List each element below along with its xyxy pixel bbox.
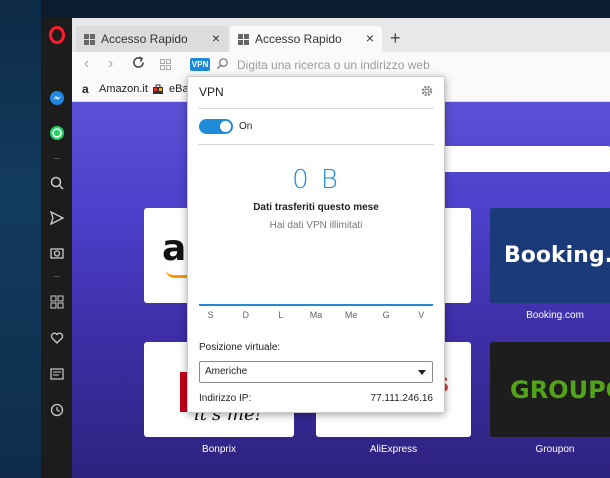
tile-groupon[interactable]: GROUPON: [490, 342, 610, 437]
transferred-bytes: 0 B: [292, 165, 340, 195]
day-label: Me: [344, 310, 358, 320]
back-icon[interactable]: ‹: [84, 55, 89, 73]
messenger-icon[interactable]: [47, 88, 67, 108]
tile-label-aliexpress: AliExpress: [369, 444, 418, 455]
toggle-knob: [220, 121, 231, 132]
whatsapp-icon[interactable]: [47, 123, 67, 143]
tile-label-groupon: Groupon: [535, 444, 575, 455]
usage-chart-baseline: [199, 304, 433, 306]
day-label: L: [278, 310, 284, 320]
tab-speed-dial-1[interactable]: Accesso Rapido ×: [76, 26, 228, 52]
search-icon: [216, 57, 230, 71]
new-tab-button[interactable]: +: [390, 28, 401, 49]
tile-label-booking: Booking.com: [526, 310, 584, 321]
send-icon[interactable]: [47, 208, 67, 228]
reload-icon[interactable]: [132, 56, 145, 74]
vpn-popup: VPN On 0 B Dati trasferiti questo mese H…: [187, 76, 445, 413]
tab-speed-dial-2[interactable]: Accesso Rapido ×: [230, 26, 382, 52]
speed-dial-icon[interactable]: [160, 57, 171, 75]
vpn-toggle-label: On: [239, 121, 253, 132]
ip-address-label: Indirizzo IP:: [199, 393, 252, 404]
news-icon[interactable]: [47, 364, 67, 384]
opera-sidebar: [41, 18, 72, 478]
history-icon[interactable]: [47, 400, 67, 420]
shopping-bag-icon: [152, 83, 164, 95]
virtual-location-select[interactable]: Americhe: [199, 361, 433, 383]
vpn-badge-button[interactable]: VPN: [190, 58, 210, 71]
vpn-toggle[interactable]: [199, 119, 233, 134]
search-icon[interactable]: [47, 173, 67, 193]
address-input[interactable]: Digita una ricerca o un indirizzo web: [237, 58, 430, 72]
day-label: S: [207, 310, 214, 320]
speed-dial-icon[interactable]: [47, 292, 67, 312]
gear-icon[interactable]: [420, 84, 434, 98]
tab-label: Accesso Rapido: [101, 32, 188, 46]
desktop-background: [0, 0, 41, 478]
groupon-logo: GROUPON: [510, 375, 610, 404]
address-bar: ‹ › VPN Digita una ricerca o un indirizz…: [72, 52, 610, 78]
divider: [198, 108, 434, 109]
chevron-down-icon: [418, 370, 426, 375]
close-tab-icon[interactable]: ×: [212, 30, 220, 46]
bookmark-label: Amazon.it: [99, 83, 148, 95]
tab-label: Accesso Rapido: [255, 32, 342, 46]
virtual-location-value: Americhe: [205, 366, 248, 377]
unlimited-data-note: Hai dati VPN illimitati: [269, 220, 363, 231]
divider: [198, 144, 434, 145]
speed-dial-icon: [84, 33, 95, 45]
tile-booking[interactable]: Booking.co: [490, 208, 610, 303]
sidebar-separator: [54, 276, 60, 277]
amazon-icon: a: [82, 82, 89, 96]
close-tab-icon[interactable]: ×: [366, 30, 374, 46]
tile-label-bonprix: Bonprix: [202, 444, 236, 455]
camera-icon[interactable]: [47, 243, 67, 263]
speed-dial-icon: [238, 33, 249, 45]
ip-address-value: 77.111.246.16: [370, 393, 433, 404]
sidebar-separator: [54, 158, 60, 159]
bookmark-label: eBa: [169, 83, 189, 95]
day-label: Ma: [309, 310, 323, 320]
heart-icon[interactable]: [47, 328, 67, 348]
transferred-label: Dati trasferiti questo mese: [253, 202, 379, 213]
tab-bar: Accesso Rapido × Accesso Rapido × +: [72, 18, 610, 52]
vpn-popup-title: VPN: [199, 85, 224, 99]
day-label: D: [242, 310, 250, 320]
opera-logo-icon[interactable]: [49, 26, 65, 44]
booking-logo: Booking.co: [504, 243, 610, 268]
bookmark-amazon[interactable]: a Amazon.it: [82, 83, 148, 95]
usage-chart-days: S D L Ma Me G V: [199, 310, 433, 322]
day-label: V: [418, 310, 425, 320]
bookmark-ebay[interactable]: eBa: [152, 83, 189, 95]
day-label: G: [382, 310, 390, 320]
forward-icon[interactable]: ›: [108, 55, 113, 73]
virtual-location-label: Posizione virtuale:: [199, 342, 281, 353]
